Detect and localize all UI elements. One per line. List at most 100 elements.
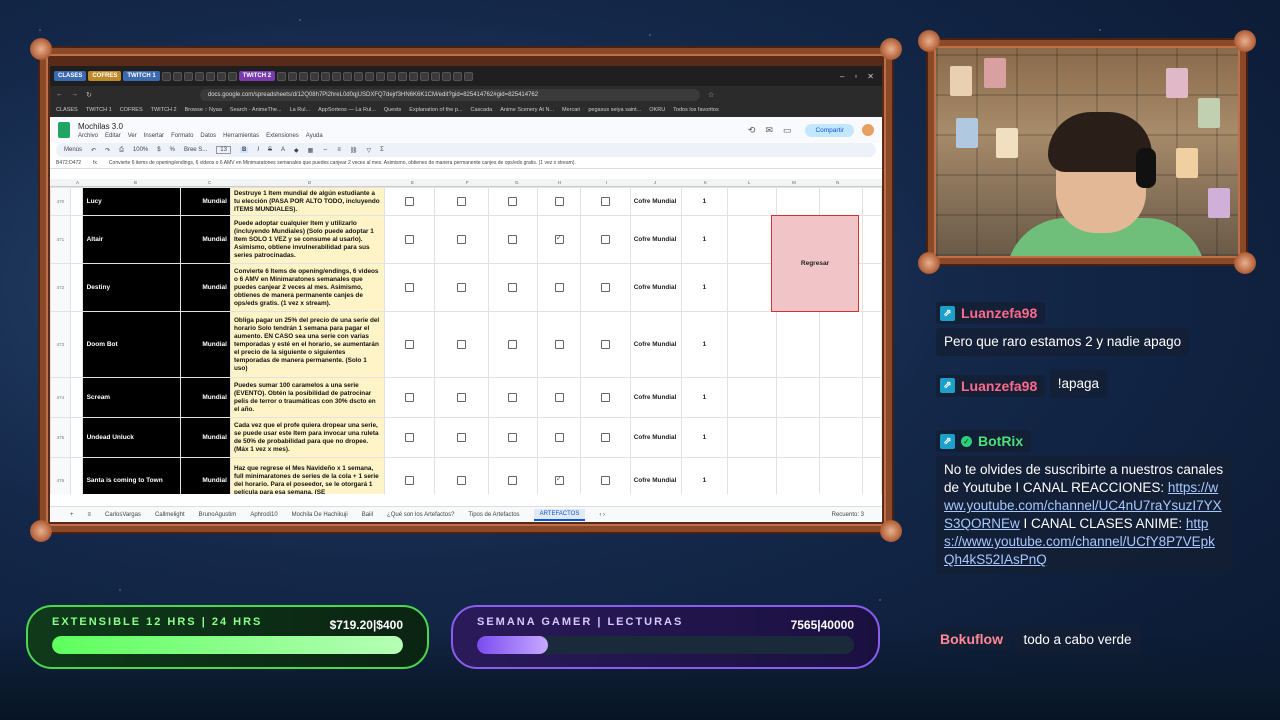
browser-tab[interactable]: [205, 71, 215, 81]
checkbox-cell[interactable]: [580, 263, 631, 312]
checkbox-unchecked[interactable]: [554, 197, 564, 206]
bookmark-item[interactable]: Anime Scenery At N...: [500, 107, 554, 113]
column-header[interactable]: M: [792, 180, 796, 185]
meet-icon[interactable]: ▭: [783, 125, 792, 136]
checkbox-cell[interactable]: [580, 311, 631, 378]
sheet-tab[interactable]: Tipos de Artefactos: [468, 512, 519, 518]
artifact-name-cell[interactable]: Destiny: [81, 263, 182, 312]
cell[interactable]: [726, 377, 777, 418]
cell[interactable]: [726, 215, 777, 264]
checkbox-cell[interactable]: [487, 457, 539, 494]
prize-cell[interactable]: Cofre Mundial: [629, 263, 683, 312]
column-header[interactable]: I: [606, 180, 607, 185]
checkbox-cell[interactable]: [487, 215, 539, 264]
checkbox-cell[interactable]: [433, 457, 489, 494]
artifact-description-cell[interactable]: Haz que regrese el Mes Navideño x 1 sema…: [229, 457, 386, 494]
bookmark-item[interactable]: Todos los favoritos: [673, 107, 719, 113]
sheet-tab[interactable]: CarlosVargas: [105, 512, 141, 518]
browser-tab[interactable]: [464, 71, 474, 81]
font-size-field[interactable]: 13: [216, 146, 231, 154]
cell[interactable]: [862, 311, 882, 378]
chat-username[interactable]: Luanzefa98: [961, 378, 1037, 394]
row-number[interactable]: 474: [50, 377, 71, 418]
strikethrough-icon[interactable]: S: [268, 147, 272, 153]
forward-icon[interactable]: →: [71, 91, 78, 98]
chat-username[interactable]: Luanzefa98: [961, 305, 1037, 321]
checkbox-unchecked[interactable]: [601, 393, 611, 402]
add-sheet-icon[interactable]: +: [70, 512, 74, 518]
maximize-icon[interactable]: ▫: [854, 72, 857, 81]
font-select[interactable]: Bree S...: [184, 147, 207, 153]
cell[interactable]: [726, 187, 777, 216]
checkbox-unchecked[interactable]: [601, 235, 611, 244]
checkbox-cell[interactable]: [384, 311, 435, 378]
text-color-icon[interactable]: A: [281, 147, 285, 153]
cell[interactable]: [818, 417, 864, 458]
checkbox-cell[interactable]: [580, 457, 631, 494]
checkbox-unchecked[interactable]: [456, 197, 466, 206]
bookmark-item[interactable]: AppSorteos — La Rul...: [318, 107, 376, 113]
cell[interactable]: [69, 457, 83, 494]
redo-icon[interactable]: ↷: [105, 147, 110, 154]
artifact-type-cell[interactable]: Mundial: [180, 215, 231, 264]
artifact-description-cell[interactable]: Convierte 6 Items de opening/endings, 6 …: [229, 263, 386, 312]
browser-tab[interactable]: [332, 71, 342, 81]
menu-item[interactable]: Herramientas: [223, 133, 259, 139]
sheet-tab-active[interactable]: ARTEFACTOS: [533, 508, 586, 521]
functions-icon[interactable]: Σ: [380, 147, 384, 153]
checkbox-unchecked[interactable]: [508, 283, 518, 292]
prize-cell[interactable]: Cofre Mundial: [629, 311, 683, 378]
bookmark-item[interactable]: Browse :: Nyaa: [185, 107, 222, 113]
row-number[interactable]: 475: [50, 417, 71, 458]
minimize-icon[interactable]: –: [840, 72, 844, 81]
checkbox-unchecked[interactable]: [508, 393, 518, 402]
cell[interactable]: [775, 457, 820, 494]
checkbox-cell[interactable]: [433, 215, 489, 264]
link-icon[interactable]: ⛓: [350, 147, 358, 154]
checkbox-unchecked[interactable]: [456, 340, 466, 349]
cell[interactable]: [862, 417, 882, 458]
checkbox-unchecked[interactable]: [508, 340, 518, 349]
cell[interactable]: [69, 377, 83, 418]
checkbox-unchecked[interactable]: [456, 283, 466, 292]
column-header[interactable]: B: [134, 180, 137, 185]
bookmark-item[interactable]: OKRU: [649, 107, 665, 113]
borders-icon[interactable]: ▦: [308, 147, 314, 154]
cell[interactable]: [69, 311, 83, 378]
checkbox-cell[interactable]: [487, 377, 539, 418]
cell[interactable]: [69, 263, 83, 312]
browser-tab[interactable]: [172, 71, 182, 81]
checkbox-cell[interactable]: [537, 417, 582, 458]
bookmark-item[interactable]: Mercari: [562, 107, 580, 113]
browser-tab[interactable]: [321, 71, 331, 81]
checkbox-unchecked[interactable]: [554, 283, 564, 292]
bookmark-item[interactable]: Search - AnimeThe...: [230, 107, 282, 113]
menu-item[interactable]: Ayuda: [306, 133, 323, 139]
artifact-description-cell[interactable]: Obliga pagar un 25% del precio de una se…: [229, 311, 386, 378]
checkbox-cell[interactable]: [580, 187, 631, 216]
browser-tab[interactable]: [183, 71, 193, 81]
menu-item[interactable]: Formato: [171, 133, 193, 139]
bookmark-item[interactable]: CLASES: [56, 107, 78, 113]
column-header[interactable]: C: [208, 180, 211, 185]
undo-icon[interactable]: ↶: [91, 147, 96, 154]
formula-input[interactable]: Convierte 6 items de opening/endings, 6 …: [109, 160, 576, 166]
browser-tab[interactable]: [194, 71, 204, 81]
tab-group-clases[interactable]: CLASES: [54, 71, 87, 81]
artifact-name-cell[interactable]: Altair: [81, 215, 182, 264]
checkbox-cell[interactable]: [384, 263, 435, 312]
checkbox-unchecked[interactable]: [456, 393, 466, 402]
artifact-name-cell[interactable]: Lucy: [81, 187, 182, 216]
browser-tab[interactable]: [431, 71, 441, 81]
quantity-cell[interactable]: 1: [681, 311, 728, 378]
column-header[interactable]: E: [411, 180, 414, 185]
checkbox-unchecked[interactable]: [508, 433, 518, 442]
bookmark-item[interactable]: La Rul...: [290, 107, 310, 113]
all-sheets-icon[interactable]: ≡: [88, 512, 92, 518]
reload-icon[interactable]: ↻: [86, 91, 92, 99]
artifact-type-cell[interactable]: Mundial: [180, 377, 231, 418]
column-header[interactable]: L: [748, 180, 751, 185]
cell[interactable]: [775, 377, 820, 418]
cell[interactable]: [862, 377, 882, 418]
checkbox-unchecked[interactable]: [456, 235, 466, 244]
